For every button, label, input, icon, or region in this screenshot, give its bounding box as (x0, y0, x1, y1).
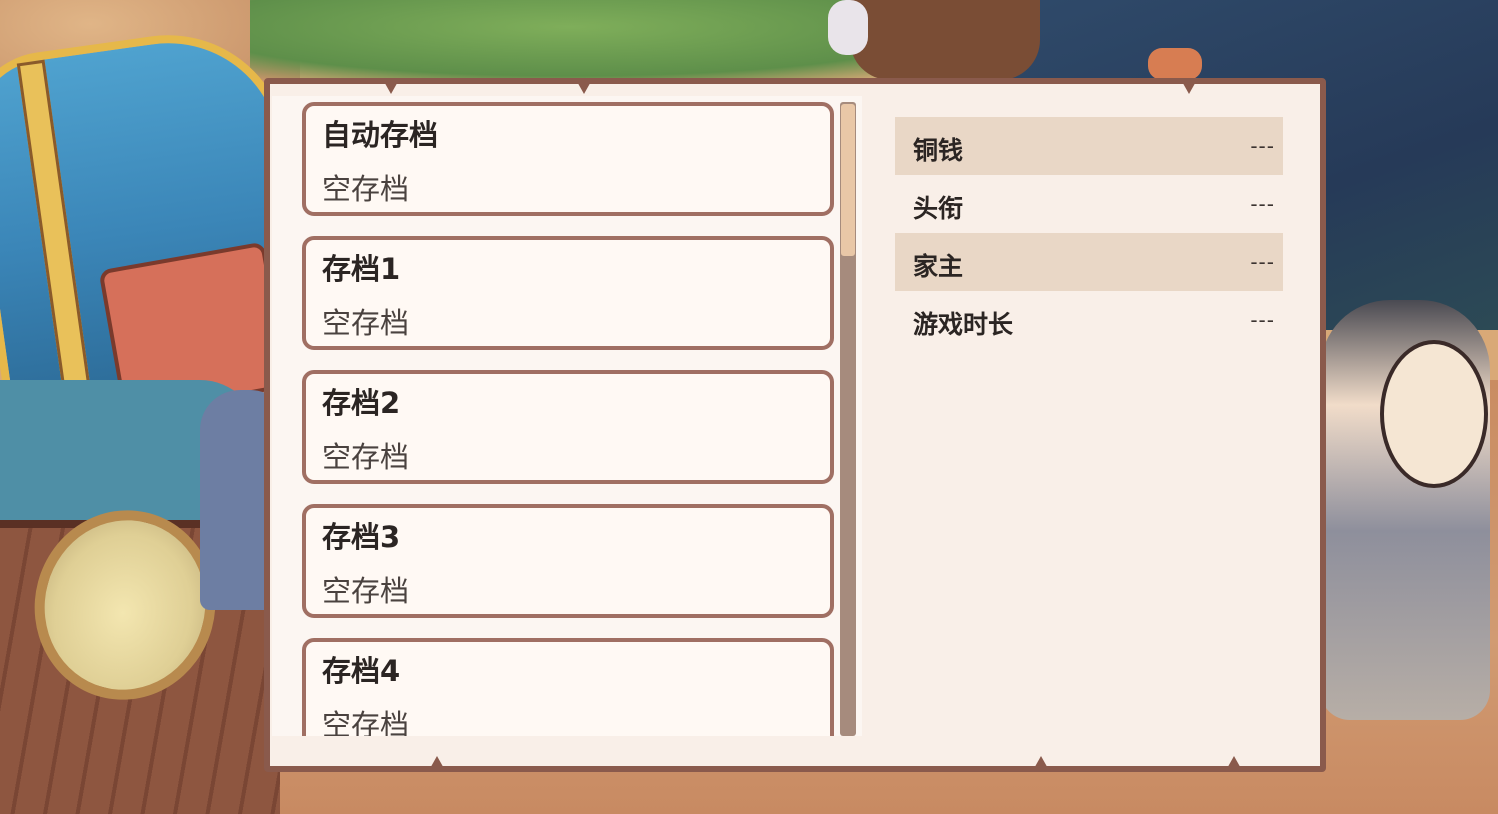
frame-notch (428, 756, 446, 772)
save-slot-title: 自动存档 (322, 118, 439, 152)
detail-value: --- (1250, 192, 1275, 216)
scrollbar-thumb[interactable] (841, 104, 855, 256)
save-slot-status: 空存档 (322, 708, 410, 736)
save-slot-title: 存档2 (322, 386, 401, 420)
save-slot-title: 存档1 (322, 252, 401, 286)
frame-notch (1225, 756, 1243, 772)
tree-trunk (850, 0, 1040, 80)
detail-row-head: 家主 --- (895, 233, 1283, 291)
frame-notch (575, 78, 593, 94)
rabbit-sprite (828, 0, 868, 55)
detail-label: 头衔 (913, 194, 964, 223)
detail-row-title: 头衔 --- (895, 175, 1283, 233)
save-slot-status: 空存档 (322, 172, 410, 206)
save-slot-2[interactable]: 存档2 空存档 (302, 370, 834, 484)
slot-scrollbar[interactable] (840, 102, 856, 736)
save-slot-1[interactable]: 存档1 空存档 (302, 236, 834, 350)
frame-notch (1032, 756, 1050, 772)
save-slot-panel: 自动存档 空存档 存档1 空存档 存档2 空存档 存档3 空存档 存档4 空存档 (272, 96, 862, 736)
frame-notch (1180, 78, 1198, 94)
save-slot-status: 空存档 (322, 440, 410, 474)
detail-value: --- (1250, 134, 1275, 158)
detail-row-playtime: 游戏时长 --- (895, 291, 1283, 349)
detail-label: 家主 (913, 252, 964, 281)
detail-label: 铜钱 (913, 136, 964, 165)
save-slot-list: 自动存档 空存档 存档1 空存档 存档2 空存档 存档3 空存档 存档4 空存档 (302, 102, 834, 736)
save-slot-auto[interactable]: 自动存档 空存档 (302, 102, 834, 216)
frame-notch (382, 78, 400, 94)
save-details-panel: 铜钱 --- 头衔 --- 家主 --- 游戏时长 --- (895, 117, 1283, 349)
detail-value: --- (1250, 250, 1275, 274)
detail-value: --- (1250, 308, 1275, 332)
fox-sprite (1148, 48, 1202, 80)
character-face (1380, 340, 1488, 488)
save-slot-3[interactable]: 存档3 空存档 (302, 504, 834, 618)
save-slot-title: 存档3 (322, 520, 401, 554)
save-slot-4[interactable]: 存档4 空存档 (302, 638, 834, 736)
save-slot-status: 空存档 (322, 306, 410, 340)
detail-label: 游戏时长 (913, 310, 1014, 339)
detail-row-copper: 铜钱 --- (895, 117, 1283, 175)
save-slot-title: 存档4 (322, 654, 401, 688)
save-slot-status: 空存档 (322, 574, 410, 608)
